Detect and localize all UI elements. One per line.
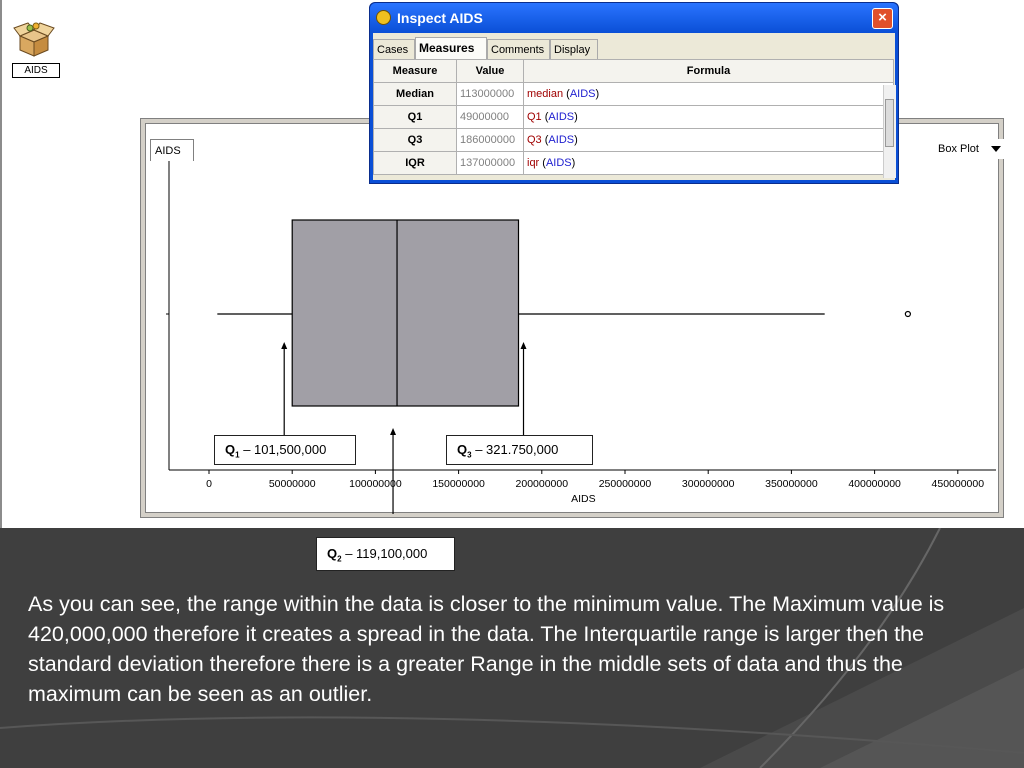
measure-value: 49000000	[456, 105, 524, 129]
formula-function: iqr	[527, 157, 540, 169]
measure-name: Q3	[373, 128, 457, 152]
x-tick-label: 100000000	[349, 478, 402, 490]
x-tick-label: 450000000	[932, 478, 985, 490]
table-row[interactable]: IQR 137000000 iqr (AIDS)	[373, 151, 894, 175]
plot-type-select[interactable]: Box Plot	[935, 139, 1005, 159]
x-tick-label: 200000000	[516, 478, 569, 490]
measure-name: Median	[373, 82, 457, 106]
measure-value: 186000000	[456, 128, 524, 152]
measures-table: Measure Value Formula Median 113000000 m…	[373, 59, 894, 175]
app-icon	[376, 10, 391, 25]
x-tick-label: 0	[206, 478, 212, 490]
q2-callout: Q2 – 119,100,000	[316, 537, 455, 571]
plot-type-value: Box Plot	[938, 143, 979, 155]
interquartile-box[interactable]	[291, 219, 520, 407]
q1-pointer-arrowhead	[281, 342, 288, 349]
q1-callout-label: Q	[225, 442, 236, 457]
q2-callout-label: Q	[327, 546, 338, 561]
measure-formula[interactable]: Q1 (AIDS)	[523, 105, 894, 129]
collection-icon-container[interactable]	[12, 18, 62, 63]
q3-pointer-arrowhead	[520, 342, 527, 349]
measure-formula[interactable]: iqr (AIDS)	[523, 151, 894, 175]
x-tick-label: 350000000	[765, 478, 818, 490]
formula-function: median	[527, 88, 564, 100]
box-plot[interactable]	[217, 219, 911, 407]
q1-callout: Q1 – 101,500,000	[214, 435, 356, 465]
x-axis-label: AIDS	[571, 493, 596, 505]
measure-name: Q1	[373, 105, 457, 129]
collection-label[interactable]: AIDS	[12, 63, 60, 78]
box-icon[interactable]	[12, 18, 56, 58]
x-tick-label: 150000000	[432, 478, 485, 490]
measure-value: 113000000	[456, 82, 524, 106]
graph-attribute-tag[interactable]: AIDS	[150, 139, 194, 161]
x-tick-label: 400000000	[848, 478, 901, 490]
column-header-value[interactable]: Value	[456, 59, 524, 83]
tab-comments[interactable]: Comments	[487, 39, 550, 59]
q3-callout-text: – 321.750,000	[471, 442, 559, 457]
tab-cases[interactable]: Cases	[373, 39, 415, 59]
table-row[interactable]: Q3 186000000 Q3 (AIDS)	[373, 128, 894, 152]
x-tick-label: 300000000	[682, 478, 735, 490]
x-tick-label: 250000000	[599, 478, 652, 490]
tab-display[interactable]: Display	[550, 39, 598, 59]
measure-value: 137000000	[456, 151, 524, 175]
column-header-measure[interactable]: Measure	[373, 59, 457, 83]
inspector-title-bar[interactable]: Inspect AIDS ×	[370, 3, 898, 33]
description-text: As you can see, the range within the dat…	[28, 592, 945, 706]
chevron-down-icon[interactable]	[991, 146, 1001, 152]
scrollbar-thumb[interactable]	[885, 99, 894, 147]
q2-callout-text: – 119,100,000	[341, 546, 428, 561]
formula-argument: AIDS	[569, 88, 596, 100]
table-scrollbar[interactable]	[883, 85, 896, 178]
outlier-point[interactable]	[904, 310, 911, 318]
measure-formula[interactable]: Q3 (AIDS)	[523, 128, 894, 152]
close-button[interactable]: ×	[872, 8, 893, 29]
x-tick-label: 50000000	[269, 478, 316, 490]
q3-callout-label: Q	[457, 442, 468, 457]
formula-argument: AIDS	[548, 111, 575, 123]
table-row[interactable]: Q1 49000000 Q1 (AIDS)	[373, 105, 894, 129]
inspector-tabs: Cases Measures Comments Display	[373, 37, 895, 59]
data-game-workspace: AIDS 0 50000000 100000000 150000000 20000000…	[0, 0, 1024, 528]
q1-callout-text: – 101,500,000	[239, 442, 327, 457]
inspector-body: Cases Measures Comments Display Measure …	[373, 33, 896, 180]
table-row[interactable]: Median 113000000 median (AIDS)	[373, 82, 894, 106]
column-header-formula[interactable]: Formula	[523, 59, 894, 83]
inspector-title: Inspect AIDS	[397, 10, 483, 26]
formula-argument: AIDS	[548, 134, 575, 146]
q3-callout: Q3 – 321.750,000	[446, 435, 593, 465]
measure-name: IQR	[373, 151, 457, 175]
formula-function: Q3	[527, 134, 542, 146]
inspector-window[interactable]: Inspect AIDS × Cases Measures Comments D…	[369, 2, 899, 184]
measure-formula[interactable]: median (AIDS)	[523, 82, 894, 106]
table-header-row: Measure Value Formula	[373, 59, 894, 83]
q2-pointer-arrowhead	[390, 428, 397, 435]
tab-measures[interactable]: Measures	[415, 37, 487, 59]
formula-argument: AIDS	[545, 157, 572, 169]
formula-function: Q1	[527, 111, 542, 123]
